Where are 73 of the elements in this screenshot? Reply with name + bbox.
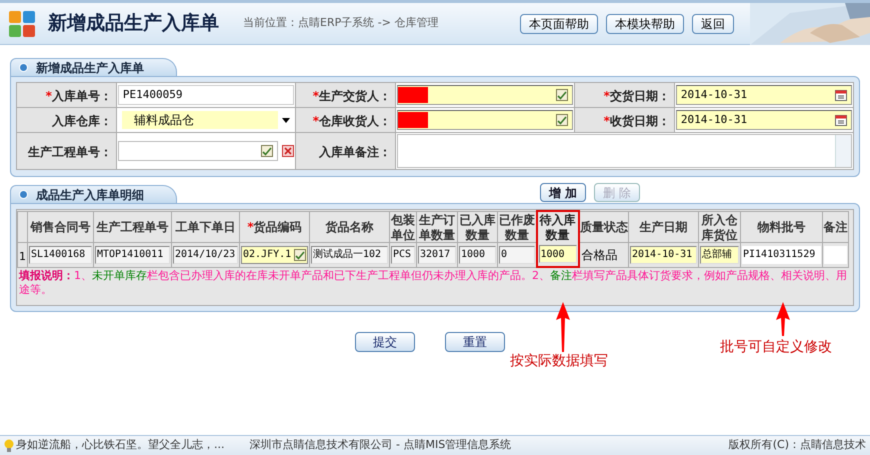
scrollbar[interactable]	[835, 135, 851, 167]
form-button[interactable]: 提交	[355, 332, 415, 352]
row-number: 1	[19, 250, 26, 262]
person-picker-field[interactable]	[397, 110, 574, 130]
status-tip: 身如逆流船，心比铁石坚。望父全儿志，...	[16, 437, 224, 454]
column-header: *货品编码	[247, 220, 302, 234]
field-label: *收货日期：	[604, 114, 670, 128]
table-cell-text: 合格品	[580, 246, 618, 264]
person-picker-field[interactable]	[397, 85, 574, 105]
column-header: 物料批号	[758, 220, 806, 234]
column-header: 生产日期	[640, 220, 688, 234]
column-header: 生产订单数量	[419, 212, 455, 242]
cell-input[interactable]: PI1410311529	[742, 246, 821, 264]
field-label: *入库单号：	[46, 89, 112, 103]
column-header: 货品名称	[326, 220, 374, 234]
column-header: 已作废数量	[498, 212, 535, 242]
field-label: 生产工程单号：	[28, 145, 112, 159]
instructions-text: 填报说明：1、未开单库存栏包含已办理入库的在库未开单产品和已下生产工程单但仍未办理入库的产品。2、备注栏填写产品具体订货要求，例如产品规格、相关说明、用途等。	[18, 268, 848, 298]
table-cell: 32017	[418, 246, 456, 264]
bullet-icon	[19, 63, 28, 72]
table-cell: 1000	[459, 246, 496, 264]
column-header: 已入库数量	[460, 212, 496, 242]
header-button[interactable]: 本模块帮助	[606, 14, 684, 34]
clear-icon[interactable]	[282, 145, 294, 157]
date-field[interactable]: 2014-10-31	[676, 85, 852, 105]
table-cell: SL1400168	[29, 246, 92, 264]
header-button[interactable]: 返回	[692, 14, 734, 34]
column-header: 所入仓库货位	[702, 212, 738, 242]
panel-title: 新增成品生产入库单	[36, 60, 144, 76]
form-button[interactable]: 重置	[445, 332, 505, 352]
column-header: 待入库数量	[540, 213, 576, 242]
cell-input[interactable]	[824, 246, 847, 264]
column-header: 包装单位	[391, 212, 415, 242]
column-header: 生产工程单号	[96, 220, 168, 234]
cell-input[interactable]: 2014-10-31	[630, 246, 697, 264]
table-cell: MTOP1410011	[95, 246, 170, 264]
cell-input[interactable]: 总部辅	[700, 246, 739, 264]
column-header: 质量状态	[580, 220, 628, 234]
page-title: 新增成品生产入库单	[48, 11, 219, 36]
table-cell: 2014/10/23	[173, 246, 238, 264]
table-cell: 测试成品一102	[311, 246, 388, 264]
cell-input[interactable]: 1000	[538, 245, 576, 263]
calendar-icon[interactable]	[835, 114, 847, 126]
field-label: *生产交货人：	[312, 89, 391, 103]
logo-icon	[8, 10, 36, 38]
calendar-icon[interactable]	[835, 89, 847, 101]
status-copyright: 版权所有(C)：点睛信息技术	[728, 437, 866, 454]
arrow	[555, 302, 571, 352]
panel-title: 成品生产入库单明细	[36, 186, 144, 204]
annotation-label: 按实际数据填写	[510, 352, 608, 371]
table-cell: 0	[499, 246, 534, 264]
field-label: 入库单备注：	[319, 145, 391, 159]
project-number-field[interactable]	[118, 141, 278, 161]
date-field[interactable]: 2014-10-31	[676, 110, 852, 130]
arrow	[775, 302, 791, 336]
table-cell: PCS	[391, 246, 415, 264]
field-label: *交货日期：	[604, 89, 670, 103]
column-header: 工单下单日	[176, 220, 236, 234]
column-header: 备注	[824, 220, 848, 234]
lightbulb-icon	[4, 438, 14, 452]
column-header: 销售合同号	[30, 220, 90, 234]
field-label: *仓库收货人：	[312, 114, 391, 128]
detail-button[interactable]: 增 加	[540, 183, 586, 202]
field-label: 入库仓库：	[52, 114, 112, 128]
breadcrumb: 当前位置：点睛ERP子系统 -> 仓库管理	[243, 15, 438, 32]
cell-input[interactable]: 02.JFY.1	[241, 246, 308, 264]
status-company: 深圳市点睛信息技术有限公司 - 点睛MIS管理信息系统	[250, 437, 512, 454]
order-number-field[interactable]: PE1400059	[118, 85, 294, 105]
annotation-label: 批号可自定义修改	[720, 338, 832, 357]
dropdown-arrow-icon	[282, 118, 290, 122]
header-button[interactable]: 本页面帮助	[520, 14, 598, 34]
remark-field[interactable]	[397, 134, 852, 168]
bullet-icon	[19, 190, 28, 199]
